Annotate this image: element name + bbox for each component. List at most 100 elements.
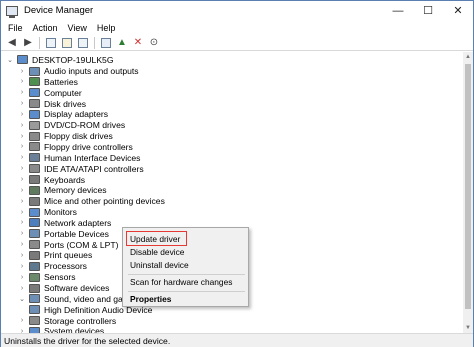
context-menu: Update driver Disable device Uninstall d… [122,227,249,307]
tree-item[interactable]: ⌄ Sound, video and gar [17,293,126,304]
controller-icon [29,142,40,152]
menu-update-driver[interactable]: Update driver [130,233,180,245]
hid-icon [29,153,40,163]
tree-item[interactable]: › Portable Devices [17,228,109,239]
tree-item[interactable]: › System devices [17,326,104,333]
expand-icon[interactable]: › [17,89,27,96]
expand-icon[interactable]: › [17,165,27,172]
tree-item-label: Disk drives [44,98,87,109]
tree-root[interactable]: ⌄ DESKTOP-19ULK5G [5,54,114,65]
toolbar-separator [94,36,95,49]
tree-root-label: DESKTOP-19ULK5G [32,54,114,65]
menu-action[interactable]: Action [28,23,63,33]
tree-item[interactable]: › Display adapters [17,109,108,120]
tree-item[interactable]: › Audio inputs and outputs [17,66,139,77]
portable-device-icon [29,229,40,239]
tree-item[interactable]: › Batteries [17,76,78,87]
printer-icon [29,250,40,260]
forward-icon[interactable]: ▶ [21,36,35,49]
tree-item[interactable]: › Floppy disk drives [17,131,113,142]
dvd-icon [29,120,40,130]
expand-icon[interactable]: › [17,198,27,205]
expand-icon[interactable]: › [17,274,27,281]
tree-item[interactable]: › Processors [17,261,87,272]
tree-item[interactable]: › Ports (COM & LPT) [17,239,119,250]
scroll-thumb[interactable] [465,64,471,309]
tree-item-label: Display adapters [44,109,109,120]
expand-icon[interactable]: › [17,111,27,118]
tree-item-label: Computer [44,87,82,98]
tree-item-label: DVD/CD-ROM drives [44,120,126,131]
scroll-down-icon[interactable]: ▼ [463,323,473,333]
tree-item[interactable]: › Print queues [17,250,92,261]
expand-icon[interactable]: › [17,252,27,259]
expand-icon[interactable]: › [17,176,27,183]
menu-uninstall-device[interactable]: Uninstall device [130,259,189,271]
menu-help[interactable]: Help [92,23,121,33]
menu-properties[interactable]: Properties [130,293,171,305]
expand-icon[interactable]: › [17,122,27,129]
tree-item[interactable]: › Computer [17,87,82,98]
tree-item[interactable]: › Keyboards [17,174,85,185]
keyboard-icon [29,175,40,184]
tree-item[interactable]: › Software devices [17,283,110,294]
tree-item-label: Memory devices [44,185,107,196]
minimize-button[interactable]: — [383,1,413,20]
computer-icon [29,88,40,98]
mouse-icon [29,196,40,206]
download-icon[interactable]: ⊙ [147,36,161,49]
expand-icon[interactable]: › [17,143,27,150]
menu-file[interactable]: File [1,23,28,33]
tree-item[interactable]: › Disk drives [17,98,86,109]
back-icon[interactable]: ◀ [5,36,19,49]
close-button[interactable]: ✕ [443,1,473,20]
tree-item-label: Portable Devices [44,228,109,239]
menu-disable-device[interactable]: Disable device [130,246,184,258]
menu-separator [128,291,245,292]
menu-separator [128,274,245,275]
tree-item[interactable]: › Storage controllers [17,315,116,326]
expand-icon[interactable]: › [17,317,27,324]
scan-icon[interactable] [99,36,113,49]
tree-item[interactable]: › Sensors [17,272,76,283]
tree-item[interactable]: › Monitors [17,207,77,218]
uninstall-icon[interactable]: ✕ [131,36,145,49]
expand-icon[interactable]: › [17,78,27,85]
expand-icon[interactable]: › [17,100,27,107]
collapse-icon[interactable]: ⌄ [5,56,15,64]
tree-item[interactable]: › Human Interface Devices [17,152,141,163]
tree-item-label: Storage controllers [44,315,117,326]
tree-item-label: Batteries [44,76,78,87]
tree-item[interactable]: › Memory devices [17,185,107,196]
expand-icon[interactable]: › [17,230,27,237]
menu-scan-hardware[interactable]: Scan for hardware changes [130,276,232,288]
vertical-scrollbar[interactable]: ▲ ▼ [463,52,473,333]
update-driver-icon[interactable]: ▲ [115,36,129,49]
tree-item-label: Mice and other pointing devices [44,196,165,207]
computer-icon [17,55,28,64]
expand-icon[interactable]: › [17,263,27,270]
expand-icon[interactable]: › [17,219,27,226]
tree-item[interactable]: › Network adapters [17,217,112,228]
expand-icon[interactable]: › [17,209,27,216]
scroll-up-icon[interactable]: ▲ [463,52,473,62]
properties-icon[interactable] [76,36,90,49]
collapse-icon[interactable]: ⌄ [17,295,27,303]
menu-view[interactable]: View [63,23,92,33]
expand-icon[interactable]: › [17,154,27,161]
tree-item[interactable]: › DVD/CD-ROM drives [17,120,125,131]
expand-icon[interactable]: › [17,187,27,194]
tree-item[interactable]: › Floppy drive controllers [17,141,133,152]
help-icon[interactable] [60,36,74,49]
tree-item[interactable]: › IDE ATA/ATAPI controllers [17,163,144,174]
tree-item-label: Processors [44,261,87,272]
memory-icon [29,185,40,195]
tree-item[interactable]: › Mice and other pointing devices [17,196,165,207]
expand-icon[interactable]: › [17,68,27,75]
expand-icon[interactable]: › [17,285,27,292]
tree-item-label: Floppy drive controllers [44,141,133,152]
device-view-icon[interactable] [44,36,58,49]
expand-icon[interactable]: › [17,241,27,248]
expand-icon[interactable]: › [17,133,27,140]
maximize-button[interactable]: ☐ [413,1,443,20]
